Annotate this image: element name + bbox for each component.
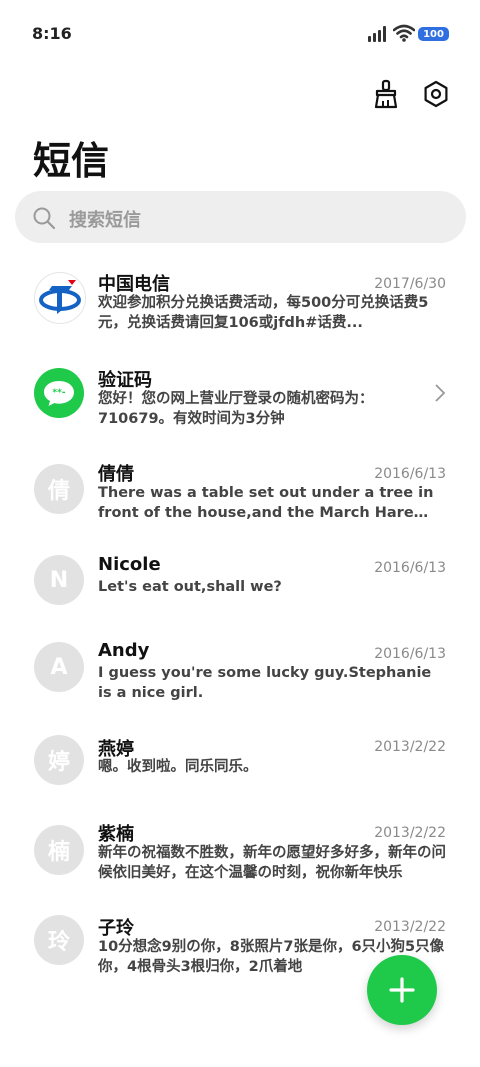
china-telecom-logo-icon [34, 272, 86, 324]
conversation-item[interactable]: 楠 紫楠 2013/2/22 新年の祝福数不胜数，新年の愿望好多好多，新年の问候… [0, 815, 480, 903]
message-preview: There was a table set out under a tree i… [98, 485, 434, 521]
wifi-icon [393, 24, 415, 42]
message-preview: 您好！您の网上营业厅登录の随机密码为：710679。有效时间为3分钟 [98, 391, 374, 427]
message-bubble-icon: **- [34, 368, 84, 418]
top-actions [370, 78, 452, 110]
message-date: 2016/6/13 [374, 560, 446, 576]
avatar: 楠 [34, 825, 84, 875]
message-date: 2013/2/22 [374, 739, 446, 755]
conversation-item[interactable]: A Andy 2016/6/13 I guess you're some luc… [0, 632, 480, 720]
search-bar[interactable]: 搜索短信 [15, 191, 466, 243]
sender-name: Nicole [98, 554, 161, 575]
message-preview: 嗯。收到啦。同乐同乐。 [98, 759, 258, 775]
message-preview: 新年の祝福数不胜数，新年の愿望好多好多，新年の问候依旧美好，在这个温馨の时刻，祝… [98, 845, 446, 881]
battery-indicator: 100 [418, 27, 449, 41]
avatar: N [34, 555, 84, 605]
avatar: 婷 [34, 735, 84, 785]
message-preview: I guess you're some lucky guy.Stephanie … [98, 665, 432, 701]
avatar: 玲 [34, 915, 84, 965]
message-date: 2016/6/13 [374, 466, 446, 482]
conversation-item[interactable]: 中国电信 2017/6/30 欢迎参加积分兑换话费活动，每500分可兑换话费5元… [0, 262, 480, 350]
conversation-item[interactable]: **- 验证码 您好！您の网上营业厅登录の随机密码为：710679。有效时间为3… [0, 358, 480, 446]
svg-text:**-: **- [52, 388, 65, 398]
clean-brush-icon[interactable] [370, 78, 402, 110]
conversation-item[interactable]: N Nicole 2016/6/13 Let's eat out,shall w… [0, 545, 480, 633]
status-bar: 8:16 100 [0, 0, 480, 66]
plus-icon [389, 977, 415, 1003]
signal-icon [368, 26, 390, 42]
chevron-right-icon [435, 384, 446, 402]
message-date: 2013/2/22 [374, 825, 446, 841]
message-preview: Let's eat out,shall we? [98, 579, 282, 595]
message-date: 2017/6/30 [374, 276, 446, 292]
status-time: 8:16 [32, 24, 72, 43]
message-preview: 欢迎参加积分兑换话费活动，每500分可兑换话费5元，兑换话费请回复106或jfd… [98, 295, 429, 331]
message-date: 2013/2/22 [374, 919, 446, 935]
search-placeholder: 搜索短信 [69, 210, 141, 231]
avatar: 倩 [34, 464, 84, 514]
avatar: A [34, 642, 84, 692]
message-date: 2016/6/13 [374, 646, 446, 662]
new-message-button[interactable] [367, 955, 437, 1025]
conversation-item[interactable]: 婷 燕婷 2013/2/22 嗯。收到啦。同乐同乐。 [0, 725, 480, 813]
page-title: 短信 [33, 139, 110, 183]
search-icon [33, 207, 56, 230]
sender-name: Andy [98, 640, 150, 661]
settings-gear-icon[interactable] [420, 78, 452, 110]
conversation-item[interactable]: 倩 倩倩 2016/6/13 There was a table set out… [0, 454, 480, 542]
